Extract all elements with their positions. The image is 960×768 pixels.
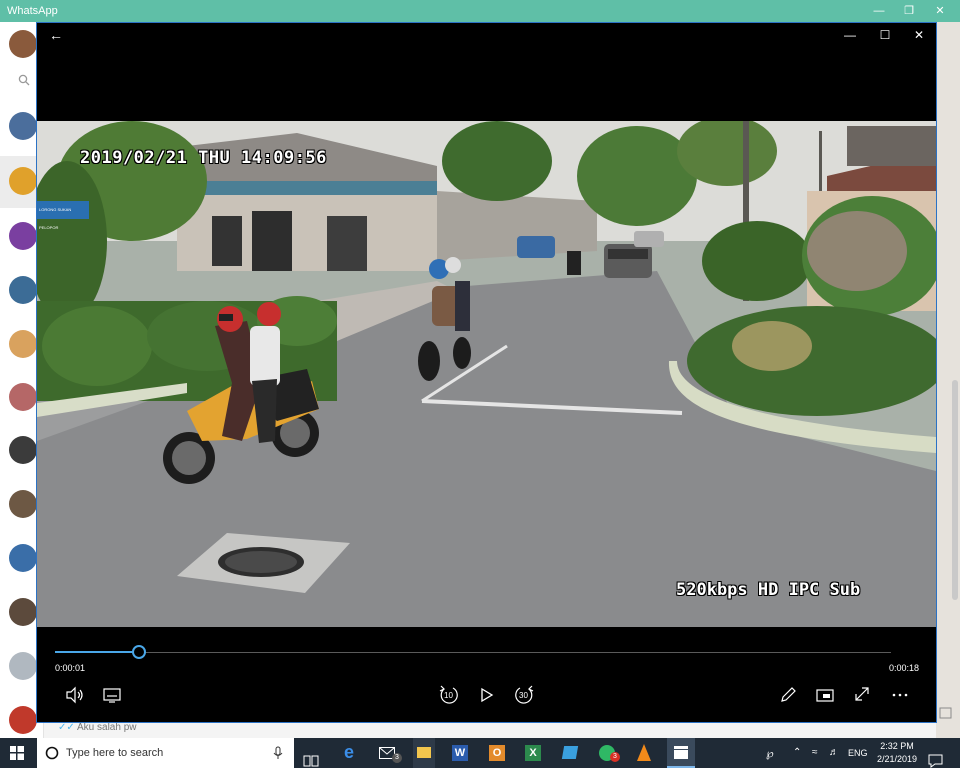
mail-app[interactable]: 3 (376, 738, 402, 768)
keyboard-language[interactable]: ENG (848, 748, 868, 758)
seek-bar[interactable] (55, 645, 891, 659)
excel-app[interactable]: X (522, 738, 544, 768)
windows-start-icon[interactable] (10, 746, 24, 760)
chat-avatar[interactable] (9, 706, 37, 734)
attach-icon[interactable] (938, 706, 954, 720)
maximize-icon[interactable]: ☐ (874, 25, 896, 45)
edge-icon: e (344, 742, 355, 762)
chat-avatar[interactable] (9, 112, 37, 140)
folder-icon (417, 747, 431, 758)
seek-progress (55, 651, 139, 653)
vlc-icon (637, 744, 651, 761)
close-icon[interactable]: ✕ (931, 2, 949, 20)
cctv-scene (37, 121, 936, 627)
store-app[interactable] (559, 738, 581, 768)
movies-clapper-icon (674, 746, 688, 759)
video-player-window: ← — ☐ ✕ LORONG SUKAN PELOPOR 2019/02/21 … (36, 22, 937, 723)
fullscreen-icon[interactable] (849, 683, 875, 707)
file-explorer-app[interactable] (413, 738, 435, 768)
close-icon[interactable]: ✕ (908, 25, 930, 45)
excel-icon: X (525, 745, 541, 761)
skip-back-button[interactable]: 10 (436, 683, 462, 707)
whatsapp-title: WhatsApp (7, 5, 58, 17)
chat-avatar[interactable] (9, 544, 37, 572)
chat-avatar[interactable] (9, 276, 37, 304)
chat-avatar[interactable] (9, 330, 37, 358)
clock-time: 2:32 PM (880, 741, 914, 751)
store-icon (561, 746, 579, 759)
skip-forward-label: 30 (519, 691, 528, 700)
volume-icon[interactable] (62, 683, 88, 707)
whatsapp-app[interactable]: 3 (596, 738, 622, 768)
vlc-app[interactable] (633, 738, 655, 768)
people-icon[interactable]: ℘ (766, 747, 774, 760)
word-icon: W (452, 745, 468, 761)
chat-avatar[interactable] (9, 490, 37, 518)
mail-badge: 3 (392, 753, 402, 763)
chat-avatar[interactable] (9, 598, 37, 626)
cortana-icon (45, 746, 59, 760)
task-view-icon[interactable] (303, 746, 319, 768)
whatsapp-scrollbar[interactable] (952, 380, 958, 600)
chat-preview-text: Aku salah pw (77, 722, 137, 733)
minimize-icon[interactable]: — (870, 2, 888, 20)
whatsapp-titlebar: WhatsApp — ❐ ✕ (0, 0, 960, 22)
taskbar: Type here to search e 3 W O X 3 ℘ ⌃ ≈ ♬ … (0, 738, 960, 768)
play-icon[interactable] (473, 683, 499, 707)
chat-avatar[interactable] (9, 383, 37, 411)
timestamp-overlay: 2019/02/21 THU 14:09:56 (80, 148, 327, 168)
chat-avatar[interactable] (9, 222, 37, 250)
movies-tv-app[interactable] (667, 738, 695, 768)
chat-avatar[interactable] (9, 652, 37, 680)
word-app[interactable]: W (449, 738, 471, 768)
clock-date: 2/21/2019 (876, 754, 918, 764)
remaining-time: 0:00:18 (889, 663, 920, 673)
seek-thumb[interactable] (131, 645, 146, 659)
mini-view-icon[interactable] (812, 683, 838, 707)
skip-forward-button[interactable]: 30 (511, 683, 537, 707)
outlook-app[interactable]: O (486, 738, 508, 768)
back-arrow-icon[interactable]: ← (45, 25, 67, 45)
chevron-up-icon[interactable]: ⌃ (793, 747, 801, 758)
read-receipt-icon: ✓✓ (58, 722, 75, 733)
volume-tray-icon[interactable]: ♬ (829, 747, 839, 758)
microphone-icon[interactable] (273, 746, 283, 760)
skip-back-label: 10 (444, 691, 453, 700)
taskbar-search-box[interactable]: Type here to search (37, 738, 294, 768)
chat-avatar[interactable] (9, 167, 37, 195)
elapsed-time: 0:00:01 (55, 663, 86, 673)
outlook-icon: O (489, 745, 505, 761)
profile-avatar[interactable] (9, 30, 37, 58)
restore-icon[interactable]: ❐ (900, 2, 918, 20)
notifications-icon[interactable] (928, 746, 943, 768)
chat-avatar[interactable] (9, 436, 37, 464)
stream-info-overlay: 520kbps HD IPC Sub (676, 580, 861, 600)
search-placeholder: Type here to search (66, 747, 164, 759)
network-icon[interactable]: ≈ (812, 747, 818, 758)
edit-pencil-icon[interactable] (775, 683, 801, 707)
video-frame[interactable]: LORONG SUKAN PELOPOR 2019/02/21 THU 14:0… (37, 121, 936, 627)
subtitles-icon[interactable] (99, 683, 125, 707)
clock[interactable]: 2:32 PM 2/21/2019 (874, 741, 920, 764)
edge-app[interactable]: e (339, 738, 363, 768)
chat-preview-row[interactable]: ✓✓ Aku salah pw (44, 722, 936, 738)
search-icon[interactable] (18, 74, 30, 86)
more-options-icon[interactable] (887, 683, 913, 707)
street-sign: LORONG SUKAN PELOPOR (37, 201, 89, 230)
minimize-icon[interactable]: — (839, 25, 861, 45)
whatsapp-badge: 3 (610, 752, 620, 762)
